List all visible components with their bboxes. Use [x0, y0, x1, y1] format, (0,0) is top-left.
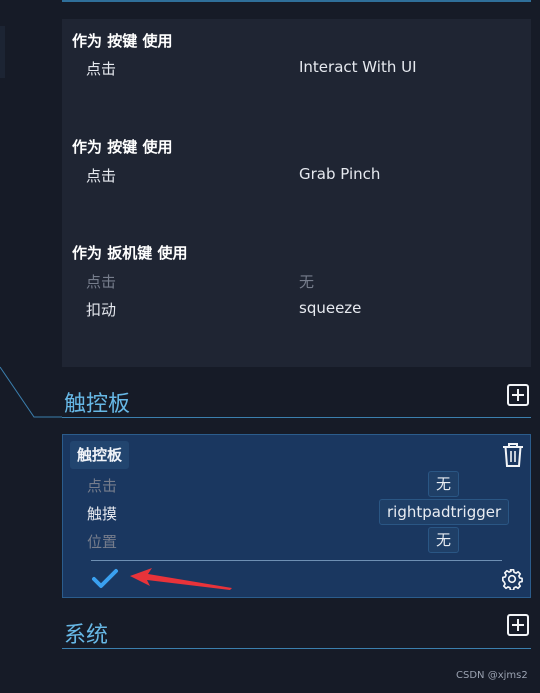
row-label-pull: 扣动 — [86, 301, 117, 319]
plus-square-icon — [507, 384, 529, 406]
confirm-button[interactable] — [91, 568, 119, 590]
left-panel-edge — [0, 26, 5, 78]
touchpad-card-divider — [91, 560, 502, 561]
system-section-title: 系统 — [64, 623, 109, 648]
touchpad-position-value[interactable]: 无 — [428, 527, 460, 553]
group-title-button-2: 作为 按键 使用 — [72, 138, 173, 156]
row-label-click-2: 点击 — [86, 167, 117, 185]
touchpad-touch-value[interactable]: rightpadtrigger — [379, 499, 510, 525]
touchpad-row-label-position: 位置 — [87, 533, 118, 551]
add-system-button[interactable] — [507, 614, 529, 636]
touchpad-click-value[interactable]: 无 — [428, 471, 460, 497]
actions-card: 作为 按键 使用 点击 Interact With UI 作为 按键 使用 点击… — [62, 19, 531, 367]
row-value-interact-with-ui[interactable]: Interact With UI — [299, 58, 417, 76]
touchpad-row-label-click: 点击 — [87, 477, 118, 495]
row-value-grab-pinch[interactable]: Grab Pinch — [299, 165, 380, 183]
annotation-arrow — [130, 568, 232, 590]
touchpad-section-underline — [62, 417, 531, 418]
plus-square-icon — [507, 614, 529, 636]
system-section-underline — [62, 648, 531, 649]
touchpad-section-title: 触控板 — [64, 392, 131, 417]
gear-icon — [502, 569, 523, 592]
row-value-squeeze[interactable]: squeeze — [299, 299, 361, 317]
connector-line — [0, 366, 62, 418]
top-divider — [62, 0, 531, 2]
touchpad-row-label-touch: 触摸 — [87, 505, 118, 523]
row-value-none[interactable]: 无 — [299, 271, 314, 292]
trash-icon — [503, 443, 523, 467]
group-title-trigger: 作为 扳机键 使用 — [72, 244, 188, 262]
watermark: CSDN @xjms2 — [456, 670, 528, 681]
touchpad-card-header: 触控板 — [70, 441, 130, 469]
group-title-button-1: 作为 按键 使用 — [72, 32, 173, 50]
row-label-click-3: 点击 — [86, 273, 117, 291]
settings-button[interactable] — [501, 568, 523, 592]
row-label-click-1: 点击 — [86, 60, 117, 78]
add-touchpad-button[interactable] — [507, 384, 529, 406]
checkmark-icon — [92, 569, 118, 588]
delete-button[interactable] — [501, 442, 525, 468]
